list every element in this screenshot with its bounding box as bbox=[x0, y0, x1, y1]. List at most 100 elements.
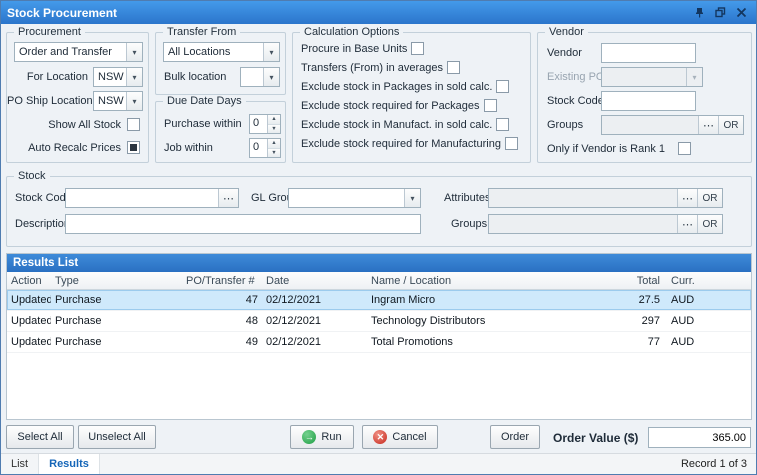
order-button[interactable]: Order bbox=[490, 425, 540, 449]
vendor-input[interactable] bbox=[601, 43, 696, 63]
stock-groups-or-button[interactable]: OR bbox=[697, 215, 722, 233]
run-button[interactable]: → Run bbox=[290, 425, 354, 449]
column-header-po-transfer[interactable]: PO/Transfer # bbox=[182, 275, 262, 287]
calc-option-checkbox[interactable] bbox=[496, 118, 510, 131]
calc-option-checkbox[interactable] bbox=[411, 42, 425, 55]
table-row[interactable]: Updated Purchase 48 02/12/2021 Technolog… bbox=[7, 311, 751, 332]
chevron-down-icon[interactable]: ▾ bbox=[126, 43, 142, 61]
cell-total: 77 bbox=[647, 336, 660, 348]
spinner-down-icon[interactable]: ▼ bbox=[268, 123, 280, 133]
po-ship-location-label: PO Ship Location bbox=[7, 95, 93, 107]
stock-groups-lookup[interactable]: ⋯ OR bbox=[488, 214, 723, 234]
description-label: Description bbox=[15, 218, 71, 230]
gl-group-select[interactable]: ▾ bbox=[288, 188, 421, 208]
procurement-group-caption: Procurement bbox=[14, 26, 85, 38]
spinner-down-icon[interactable]: ▼ bbox=[268, 147, 280, 157]
calc-option[interactable]: Exclude stock in Manufact. in sold calc. bbox=[301, 118, 526, 131]
spinner-up-icon[interactable]: ▲ bbox=[268, 139, 280, 148]
ellipsis-icon[interactable]: ⋯ bbox=[218, 189, 238, 207]
vendor-stock-code-input[interactable] bbox=[601, 91, 696, 111]
select-all-button[interactable]: Select All bbox=[6, 425, 74, 449]
spinner-up-icon[interactable]: ▲ bbox=[268, 115, 280, 124]
auto-recalc-checkbox[interactable] bbox=[127, 141, 140, 154]
ellipsis-icon[interactable]: ⋯ bbox=[677, 215, 697, 233]
tab-list[interactable]: List bbox=[1, 454, 40, 474]
status-bar: List Results Record 1 of 3 bbox=[1, 453, 756, 474]
description-input[interactable] bbox=[65, 214, 421, 234]
calc-option-checkbox[interactable] bbox=[447, 61, 461, 74]
cell-total: 27.5 bbox=[638, 294, 660, 306]
stock-code-lookup[interactable]: ⋯ bbox=[65, 188, 239, 208]
chevron-down-icon[interactable]: ▾ bbox=[263, 43, 279, 61]
calc-option-checkbox[interactable] bbox=[504, 137, 518, 150]
vendor-rank-checkbox[interactable] bbox=[678, 142, 691, 155]
unselect-all-button[interactable]: Unselect All bbox=[78, 425, 156, 449]
transfer-from-group: Transfer From All Locations ▾ Bulk locat… bbox=[155, 26, 286, 95]
transfer-from-select[interactable]: All Locations ▾ bbox=[163, 42, 280, 62]
cancel-label: Cancel bbox=[392, 431, 427, 443]
calc-option-checkbox[interactable] bbox=[496, 80, 510, 93]
tab-results[interactable]: Results bbox=[39, 454, 100, 474]
close-icon[interactable] bbox=[733, 5, 750, 20]
existing-po-label: Existing PO bbox=[547, 71, 605, 83]
calc-option[interactable]: Exclude stock required for Manufacturing bbox=[301, 137, 526, 150]
window-title: Stock Procurement bbox=[7, 5, 118, 20]
chevron-down-icon[interactable]: ▾ bbox=[126, 68, 142, 86]
column-header-total[interactable]: Total bbox=[607, 275, 664, 287]
for-location-label: For Location bbox=[26, 71, 88, 83]
table-row[interactable]: Updated Purchase 47 02/12/2021 Ingram Mi… bbox=[7, 290, 751, 311]
ellipsis-icon[interactable]: ⋯ bbox=[698, 116, 718, 134]
calc-option-checkbox[interactable] bbox=[483, 99, 497, 112]
restore-icon[interactable] bbox=[712, 5, 729, 20]
stock-code-input[interactable] bbox=[66, 189, 218, 207]
cell-total: 297 bbox=[641, 315, 660, 327]
vendor-groups-or-button[interactable]: OR bbox=[718, 116, 743, 134]
titlebar[interactable]: Stock Procurement bbox=[1, 1, 756, 24]
column-header-action[interactable]: Action bbox=[7, 275, 51, 287]
calc-option-label: Exclude stock required for Manufacturing bbox=[301, 137, 501, 150]
job-within-spinner[interactable]: 0 ▲ ▼ bbox=[249, 138, 281, 158]
attributes-label: Attributes bbox=[444, 192, 491, 204]
column-header-curr[interactable]: Curr. bbox=[664, 275, 751, 287]
order-value-input[interactable] bbox=[648, 427, 751, 448]
transfer-from-group-caption: Transfer From bbox=[163, 26, 241, 38]
calc-option[interactable]: Procure in Base Units bbox=[301, 42, 526, 55]
existing-po-select[interactable]: ▾ bbox=[601, 67, 703, 87]
cancel-button[interactable]: ✕ Cancel bbox=[362, 425, 438, 449]
calc-option[interactable]: Transfers (From) in averages bbox=[301, 61, 526, 74]
vendor-groups-label: Groups bbox=[547, 119, 584, 131]
bulk-location-select[interactable]: ▾ bbox=[240, 67, 280, 87]
show-all-stock-checkbox[interactable] bbox=[127, 118, 140, 131]
po-ship-location-select[interactable]: NSW ▾ bbox=[93, 91, 143, 111]
spinner-buttons: ▲ ▼ bbox=[267, 115, 280, 133]
chevron-down-icon[interactable]: ▾ bbox=[404, 189, 420, 207]
order-label: Order bbox=[500, 431, 530, 443]
cell-curr: AUD bbox=[671, 315, 695, 327]
calc-option[interactable]: Exclude stock in Packages in sold calc. bbox=[301, 80, 526, 93]
vendor-groups-lookup[interactable]: ⋯ OR bbox=[601, 115, 744, 135]
procurement-mode-select[interactable]: Order and Transfer ▾ bbox=[14, 42, 143, 62]
attributes-or-button[interactable]: OR bbox=[697, 189, 722, 207]
attributes-lookup[interactable]: ⋯ OR bbox=[488, 188, 723, 208]
for-location-select[interactable]: NSW ▾ bbox=[93, 67, 143, 87]
select-all-label: Select All bbox=[17, 431, 63, 443]
job-within-value: 0 bbox=[253, 141, 260, 153]
table-row[interactable]: Updated Purchase 49 02/12/2021 Total Pro… bbox=[7, 332, 751, 353]
chevron-glyph: ▾ bbox=[692, 72, 697, 82]
stock-code-label: Stock Code bbox=[15, 192, 72, 204]
chevron-down-icon[interactable]: ▾ bbox=[263, 68, 279, 86]
pin-icon[interactable] bbox=[691, 5, 708, 20]
column-header-name-location[interactable]: Name / Location bbox=[367, 275, 607, 287]
ellipsis-icon[interactable]: ⋯ bbox=[677, 189, 697, 207]
purchase-within-label: Purchase within bbox=[164, 118, 242, 130]
calc-option[interactable]: Exclude stock required for Packages bbox=[301, 99, 526, 112]
cell-date: 02/12/2021 bbox=[266, 336, 322, 348]
column-header-date[interactable]: Date bbox=[262, 275, 367, 287]
results-header-row[interactable]: Action Type PO/Transfer # Date Name / Lo… bbox=[7, 272, 751, 290]
column-header-type[interactable]: Type bbox=[51, 275, 182, 287]
purchase-within-spinner[interactable]: 0 ▲ ▼ bbox=[249, 114, 281, 134]
cell-date: 02/12/2021 bbox=[266, 294, 322, 306]
ellipsis-glyph: ⋯ bbox=[682, 218, 693, 231]
stock-groups-label: Groups bbox=[451, 218, 488, 230]
chevron-down-icon[interactable]: ▾ bbox=[126, 92, 142, 110]
